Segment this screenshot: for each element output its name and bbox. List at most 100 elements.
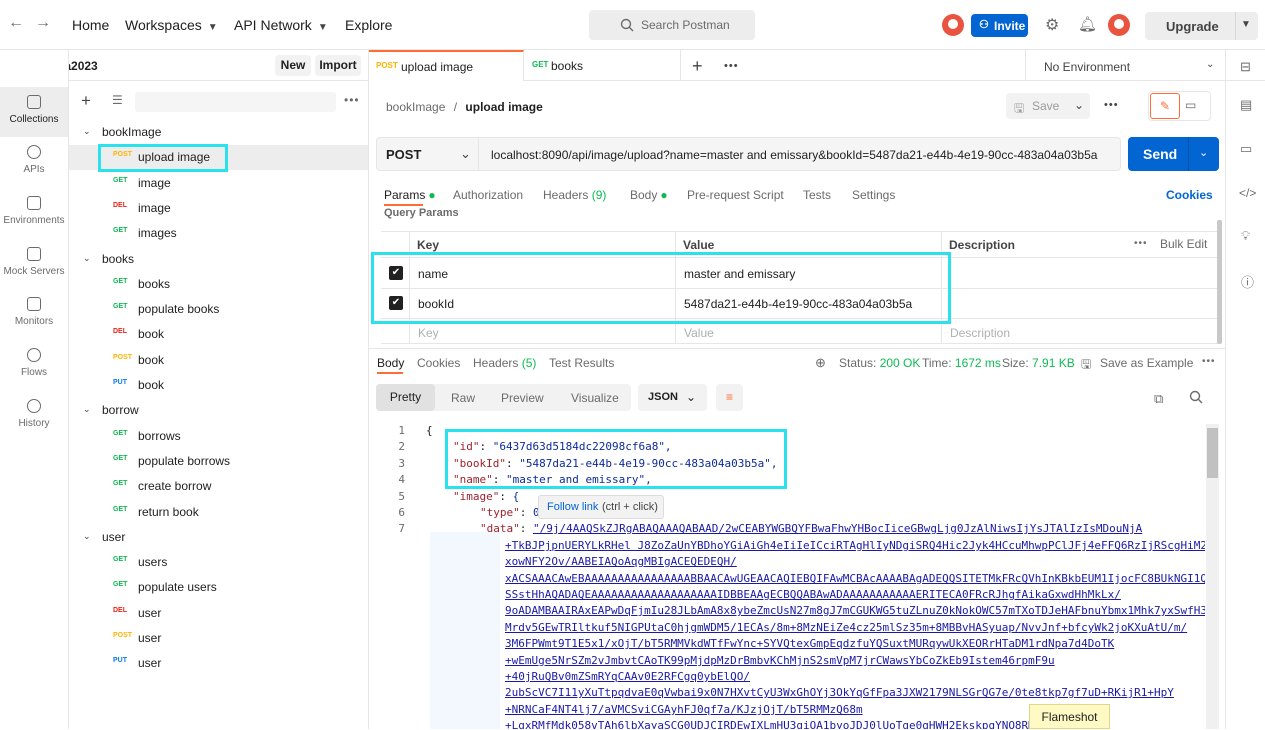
bulk-edit-button[interactable]: Bulk Edit [1160, 237, 1207, 251]
tree-request[interactable]: DEL book [69, 322, 368, 347]
comment-icon[interactable]: ▭ [1185, 98, 1196, 112]
response-tab-test-results[interactable]: Test Results [549, 356, 614, 370]
new-value-input[interactable]: Value [684, 326, 714, 340]
save-button[interactable]: 🖫︎ Save ⌄ [1006, 93, 1090, 119]
more-icon[interactable]: ••• [344, 93, 360, 107]
back-arrow-icon[interactable]: ← [8, 14, 24, 32]
chevron-down-icon[interactable]: ⌄ [1199, 146, 1208, 159]
tree-request[interactable]: DEL user [69, 601, 368, 626]
search-icon[interactable] [1189, 390, 1203, 404]
more-icon[interactable]: ••• [1134, 238, 1148, 249]
save-as-example-button[interactable]: Save as Example [1100, 356, 1193, 370]
tree-folder[interactable]: ⌄ user [69, 525, 368, 550]
new-button[interactable]: New [275, 55, 311, 76]
scrollbar[interactable] [1217, 220, 1222, 344]
search-input[interactable]: Search Postman [589, 10, 755, 40]
new-key-input[interactable]: Key [418, 326, 439, 340]
json-link-value[interactable]: +TkBJPjpnUERYLkRHel J8ZoZaUnYBDhoYGiAiGh… [505, 539, 1205, 552]
breadcrumb-request[interactable]: upload image [465, 100, 542, 114]
filter-icon[interactable]: ☰ [112, 93, 123, 107]
method-select[interactable]: POST ⌄ [376, 137, 479, 171]
bell-icon[interactable]: 🔔︎ [1078, 15, 1097, 33]
json-link-value[interactable]: xACSAAACAwEBAAAAAAAAAAAAAAAABBAACAwUGEAA… [505, 572, 1205, 585]
view-mode-visualize[interactable]: Visualize [571, 391, 619, 405]
workspaces-menu[interactable]: Workspaces ▼ [125, 17, 218, 33]
nav-monitors[interactable]: Monitors [0, 297, 68, 337]
wrap-lines-icon[interactable]: ≡ [716, 384, 743, 411]
nav-flows[interactable]: Flows [0, 348, 68, 388]
documentation-icon[interactable]: ▤ [1240, 97, 1252, 113]
sync-avatar-icon[interactable] [942, 14, 964, 36]
json-link-value[interactable]: xowNFY2Ov/AABEIAQoAqgMBIgACEQEDEQH/ [505, 555, 737, 568]
new-tab-plus-icon[interactable]: + [692, 56, 703, 77]
tab-body[interactable]: Body ● [630, 188, 668, 202]
plus-icon[interactable]: + [81, 91, 91, 111]
tree-folder[interactable]: ⌄ borrow [69, 398, 368, 423]
environment-quick-look-icon[interactable]: ⊟ [1240, 59, 1251, 75]
tab-pre-request-script[interactable]: Pre-request Script [687, 188, 784, 202]
more-icon[interactable]: ••• [1202, 356, 1216, 367]
tree-request[interactable]: GET return book [69, 500, 368, 525]
chevron-down-icon[interactable]: ▼ [1241, 19, 1251, 30]
tree-request[interactable]: PUT book [69, 373, 368, 398]
response-tab-body[interactable]: Body [377, 356, 404, 370]
api-network-menu[interactable]: API Network ▼ [234, 17, 328, 33]
view-mode-raw[interactable]: Raw [451, 391, 475, 405]
import-button[interactable]: Import [315, 55, 361, 76]
json-link-value[interactable]: +NRNCaF4NT4lj7/aVMCSviCGAyhFJ0qf7a/KJzjO… [505, 703, 863, 716]
json-link-value[interactable]: +40jRuQBv0mZSmRYqCAAv0E2RFCgq0ybElQO/ [505, 670, 750, 683]
chevron-down-icon[interactable]: ⌄ [83, 126, 91, 137]
comments-icon[interactable]: ▭ [1240, 141, 1252, 157]
tab-params[interactable]: Params ● [384, 188, 436, 202]
scrollbar-thumb[interactable] [1207, 428, 1218, 478]
json-link-value[interactable]: "/9j/4AAQSkZJRgABAQAAAQABAAD/2wCEABYWGBQ… [533, 522, 1142, 535]
response-tab-headers[interactable]: Headers (5) [473, 356, 536, 370]
chevron-down-icon[interactable]: ⌄ [1074, 98, 1084, 112]
nav-mock-servers[interactable]: Mock Servers [0, 247, 68, 287]
forward-arrow-icon[interactable]: → [35, 14, 51, 32]
chevron-down-icon[interactable]: ⌄ [83, 253, 91, 264]
json-link-value[interactable]: Mrdv5GEwTRIltkuf5NIGPUtaC0hjgmWDM5/1ECAs… [505, 621, 1187, 634]
tab-upload-image[interactable]: POST upload image [369, 50, 524, 81]
tree-request[interactable]: GET create borrow [69, 474, 368, 499]
json-link-value[interactable]: SSstHhAQADAQEAAAAAAAAAAAAAAAAAAAIDBBEAAg… [505, 588, 1121, 601]
home-link[interactable]: Home [72, 17, 109, 33]
tree-request[interactable]: GET borrows [69, 424, 368, 449]
nav-history[interactable]: History [0, 399, 68, 439]
url-input[interactable]: localhost:8090/api/image/upload?name=mas… [479, 137, 1121, 171]
format-select[interactable]: JSON ⌄ [638, 384, 707, 411]
more-tabs-icon[interactable]: ••• [724, 60, 739, 72]
copy-icon[interactable]: ⧉ [1154, 391, 1163, 407]
tree-request[interactable]: GET images [69, 221, 368, 246]
more-icon[interactable]: ••• [1104, 99, 1119, 111]
response-tab-cookies[interactable]: Cookies [417, 356, 460, 370]
tree-request[interactable]: PUT user [69, 651, 368, 676]
tree-request[interactable]: GET populate users [69, 575, 368, 600]
tree-request[interactable]: GET populate borrows [69, 449, 368, 474]
bulb-icon[interactable]: 💡︎ [1241, 228, 1250, 244]
new-description-input[interactable]: Description [950, 326, 1010, 340]
json-link-value[interactable]: +LgxRMfMdk058vTAh6lbXayaSCG0UDJCIRDEwIXL… [505, 719, 1041, 729]
tab-books[interactable]: GET books [524, 50, 681, 81]
environment-select[interactable]: No Environment ⌄ [1025, 50, 1225, 81]
user-avatar[interactable] [1108, 14, 1130, 36]
globe-icon[interactable]: ⊕ [815, 355, 826, 371]
invite-button[interactable]: ⚇ Invite [971, 14, 1028, 37]
json-link-value[interactable]: 9oADAMBAAIRAxEAPwDqFjmIu28JLbAmA8x8ybeZm… [505, 604, 1205, 617]
tree-request[interactable]: GET image [69, 171, 368, 196]
edit-icon[interactable]: ✎ [1150, 93, 1180, 119]
tab-tests[interactable]: Tests [803, 188, 831, 202]
upgrade-button[interactable]: Upgrade ▼ [1145, 12, 1258, 40]
tree-request[interactable]: DEL image [69, 196, 368, 221]
tree-request[interactable]: GET books [69, 272, 368, 297]
json-link-value[interactable]: 2ubScVC7I11yXuTtpqdvaE0qVwbai9x0N7HXvtCy… [505, 686, 1174, 699]
view-mode-preview[interactable]: Preview [501, 391, 544, 405]
breadcrumb-collection[interactable]: bookImage [386, 100, 445, 114]
gear-icon[interactable]: ⚙ [1045, 15, 1059, 35]
scrollbar[interactable] [1206, 424, 1219, 729]
tree-folder[interactable]: ⌄ bookImage [69, 120, 368, 145]
view-mode-pretty[interactable]: Pretty [376, 384, 435, 411]
tab-settings[interactable]: Settings [852, 188, 895, 202]
tree-request[interactable]: POST book [69, 348, 368, 373]
nav-environments[interactable]: Environments [0, 196, 68, 236]
